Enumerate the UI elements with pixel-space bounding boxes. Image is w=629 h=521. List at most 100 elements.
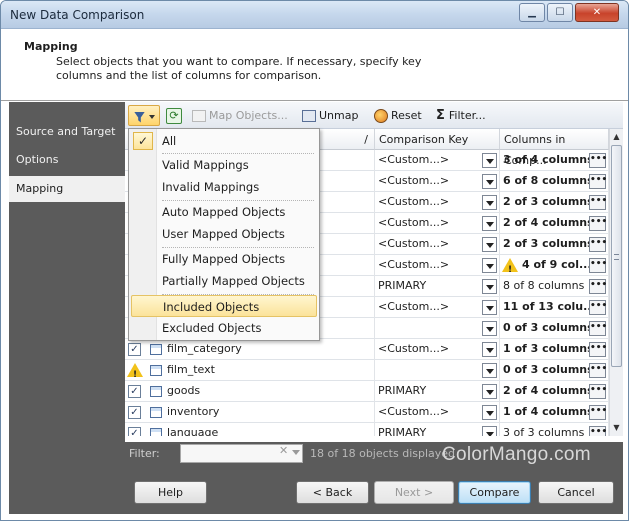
column-header-comparison-key[interactable]: Comparison Key: [375, 129, 500, 150]
columns-in-comparison-cell[interactable]: 11 of 13 colu... •••: [500, 297, 609, 318]
scroll-thumb[interactable]: [611, 145, 622, 367]
back-button[interactable]: < Back: [296, 481, 369, 504]
close-button[interactable]: ✕: [575, 3, 619, 22]
key-dropdown-icon[interactable]: [482, 426, 497, 436]
key-dropdown-icon[interactable]: [482, 363, 497, 378]
columns-in-comparison-cell[interactable]: 3 of 4 columns •••: [500, 150, 609, 171]
columns-in-comparison-cell[interactable]: 3 of 3 columns •••: [500, 423, 609, 436]
vertical-scrollbar[interactable]: ▲ ▼: [609, 129, 623, 436]
filter-editor-button[interactable]: Σ Filter...: [433, 105, 489, 126]
columns-in-comparison-cell[interactable]: 1 of 3 columns •••: [500, 339, 609, 360]
ellipsis-button[interactable]: •••: [589, 237, 607, 252]
menu-item-all[interactable]: ✓ All: [129, 130, 319, 152]
ellipsis-button[interactable]: •••: [589, 363, 607, 378]
ellipsis-button[interactable]: •••: [589, 405, 607, 420]
map-objects-button[interactable]: Map Objects...: [189, 105, 291, 126]
page-title: Mapping: [24, 40, 78, 53]
ellipsis-button[interactable]: •••: [589, 258, 607, 273]
columns-in-comparison-cell[interactable]: 8 of 8 columns •••: [500, 276, 609, 297]
scroll-down-arrow-icon[interactable]: ▼: [611, 422, 622, 434]
sidebar-item-source-and-target[interactable]: Source and Target: [9, 119, 125, 145]
key-dropdown-icon[interactable]: [482, 300, 497, 315]
next-button[interactable]: Next >: [374, 481, 454, 504]
compare-button[interactable]: Compare: [458, 481, 531, 504]
minimize-button[interactable]: ▁: [519, 3, 545, 22]
menu-item-auto-mapped-objects[interactable]: Auto Mapped Objects: [129, 201, 319, 223]
columns-in-comparison-cell[interactable]: 2 of 4 columns •••: [500, 213, 609, 234]
ellipsis-button[interactable]: •••: [589, 195, 607, 210]
table-row[interactable]: ✓ film_category <Custom...> 1 of 3 columns •…: [125, 339, 609, 360]
sidebar-item-options[interactable]: Options: [9, 147, 125, 173]
menu-item-included-objects[interactable]: Included Objects: [131, 295, 317, 317]
table-row[interactable]: ✓ language PRIMARY 3 of 3 columns •••: [125, 423, 609, 436]
include-checkbox[interactable]: ✓: [128, 343, 141, 356]
include-checkbox[interactable]: ✓: [128, 427, 141, 436]
ellipsis-button[interactable]: •••: [589, 342, 607, 357]
table-row[interactable]: ✓ inventory <Custom...> 1 of 4 columns •••: [125, 402, 609, 423]
columns-in-comparison-cell[interactable]: 0 of 3 columns •••: [500, 360, 609, 381]
ellipsis-button[interactable]: •••: [589, 153, 607, 168]
comparison-key-cell[interactable]: <Custom...>: [375, 255, 500, 276]
columns-in-comparison-cell[interactable]: 1 of 4 columns •••: [500, 402, 609, 423]
filter-dropdown-button[interactable]: [128, 105, 160, 126]
include-checkbox[interactable]: ✓: [128, 406, 141, 419]
key-dropdown-icon[interactable]: [482, 216, 497, 231]
filter-history-dropdown-icon[interactable]: [292, 450, 300, 455]
comparison-key-cell[interactable]: PRIMARY: [375, 276, 500, 297]
refresh-button[interactable]: ⟳: [163, 105, 183, 126]
menu-item-partially-mapped-objects[interactable]: Partially Mapped Objects: [129, 270, 319, 292]
include-checkbox[interactable]: ✓: [128, 385, 141, 398]
ellipsis-button[interactable]: •••: [589, 321, 607, 336]
comparison-key-cell[interactable]: <Custom...>: [375, 150, 500, 171]
menu-item-invalid-mappings[interactable]: Invalid Mappings: [129, 176, 319, 198]
comparison-key-cell[interactable]: [375, 360, 500, 381]
ellipsis-button[interactable]: •••: [589, 300, 607, 315]
clear-filter-icon[interactable]: ✕: [279, 444, 288, 457]
columns-in-comparison-cell[interactable]: 2 of 3 columns •••: [500, 192, 609, 213]
help-button[interactable]: Help: [134, 481, 207, 504]
menu-item-excluded-objects[interactable]: Excluded Objects: [129, 317, 319, 339]
table-row[interactable]: ! film_text 0 of 3 columns •••: [125, 360, 609, 381]
column-header-columns-in-comparison[interactable]: Columns in Comp...: [500, 129, 609, 167]
key-dropdown-icon[interactable]: [482, 237, 497, 252]
comparison-key-cell[interactable]: [375, 318, 500, 339]
key-dropdown-icon[interactable]: [482, 195, 497, 210]
ellipsis-button[interactable]: •••: [589, 174, 607, 189]
comparison-key-cell[interactable]: <Custom...>: [375, 171, 500, 192]
columns-in-comparison-cell[interactable]: ! 4 of 9 col... •••: [500, 255, 609, 276]
table-row[interactable]: ✓ goods PRIMARY 2 of 4 columns •••: [125, 381, 609, 402]
comparison-key-cell[interactable]: <Custom...>: [375, 213, 500, 234]
key-dropdown-icon[interactable]: [482, 279, 497, 294]
scroll-up-arrow-icon[interactable]: ▲: [611, 131, 622, 143]
reset-button[interactable]: Reset: [371, 105, 425, 126]
menu-item-user-mapped-objects[interactable]: User Mapped Objects: [129, 223, 319, 245]
comparison-key-cell[interactable]: <Custom...>: [375, 234, 500, 255]
ellipsis-button[interactable]: •••: [589, 384, 607, 399]
key-dropdown-icon[interactable]: [482, 258, 497, 273]
columns-in-comparison-cell[interactable]: 2 of 4 columns •••: [500, 381, 609, 402]
columns-in-comparison-cell[interactable]: 6 of 8 columns •••: [500, 171, 609, 192]
comparison-key-cell[interactable]: <Custom...>: [375, 402, 500, 423]
key-dropdown-icon[interactable]: [482, 153, 497, 168]
comparison-key-cell[interactable]: <Custom...>: [375, 339, 500, 360]
sidebar-item-mapping[interactable]: Mapping: [9, 176, 125, 202]
ellipsis-button[interactable]: •••: [589, 216, 607, 231]
key-dropdown-icon[interactable]: [482, 174, 497, 189]
comparison-key-cell[interactable]: PRIMARY: [375, 423, 500, 436]
unmap-button[interactable]: Unmap: [299, 105, 361, 126]
comparison-key-cell[interactable]: <Custom...>: [375, 297, 500, 318]
columns-in-comparison-cell[interactable]: 2 of 3 columns •••: [500, 234, 609, 255]
maximize-button[interactable]: ☐: [547, 3, 573, 22]
menu-item-fully-mapped-objects[interactable]: Fully Mapped Objects: [129, 248, 319, 270]
key-dropdown-icon[interactable]: [482, 405, 497, 420]
columns-in-comparison-cell[interactable]: 0 of 3 columns •••: [500, 318, 609, 339]
key-dropdown-icon[interactable]: [482, 342, 497, 357]
menu-item-valid-mappings[interactable]: Valid Mappings: [129, 154, 319, 176]
cancel-button[interactable]: Cancel: [538, 481, 614, 504]
ellipsis-button[interactable]: •••: [589, 279, 607, 294]
key-dropdown-icon[interactable]: [482, 384, 497, 399]
key-dropdown-icon[interactable]: [482, 321, 497, 336]
comparison-key-cell[interactable]: PRIMARY: [375, 381, 500, 402]
ellipsis-button[interactable]: •••: [589, 426, 607, 436]
comparison-key-cell[interactable]: <Custom...>: [375, 192, 500, 213]
